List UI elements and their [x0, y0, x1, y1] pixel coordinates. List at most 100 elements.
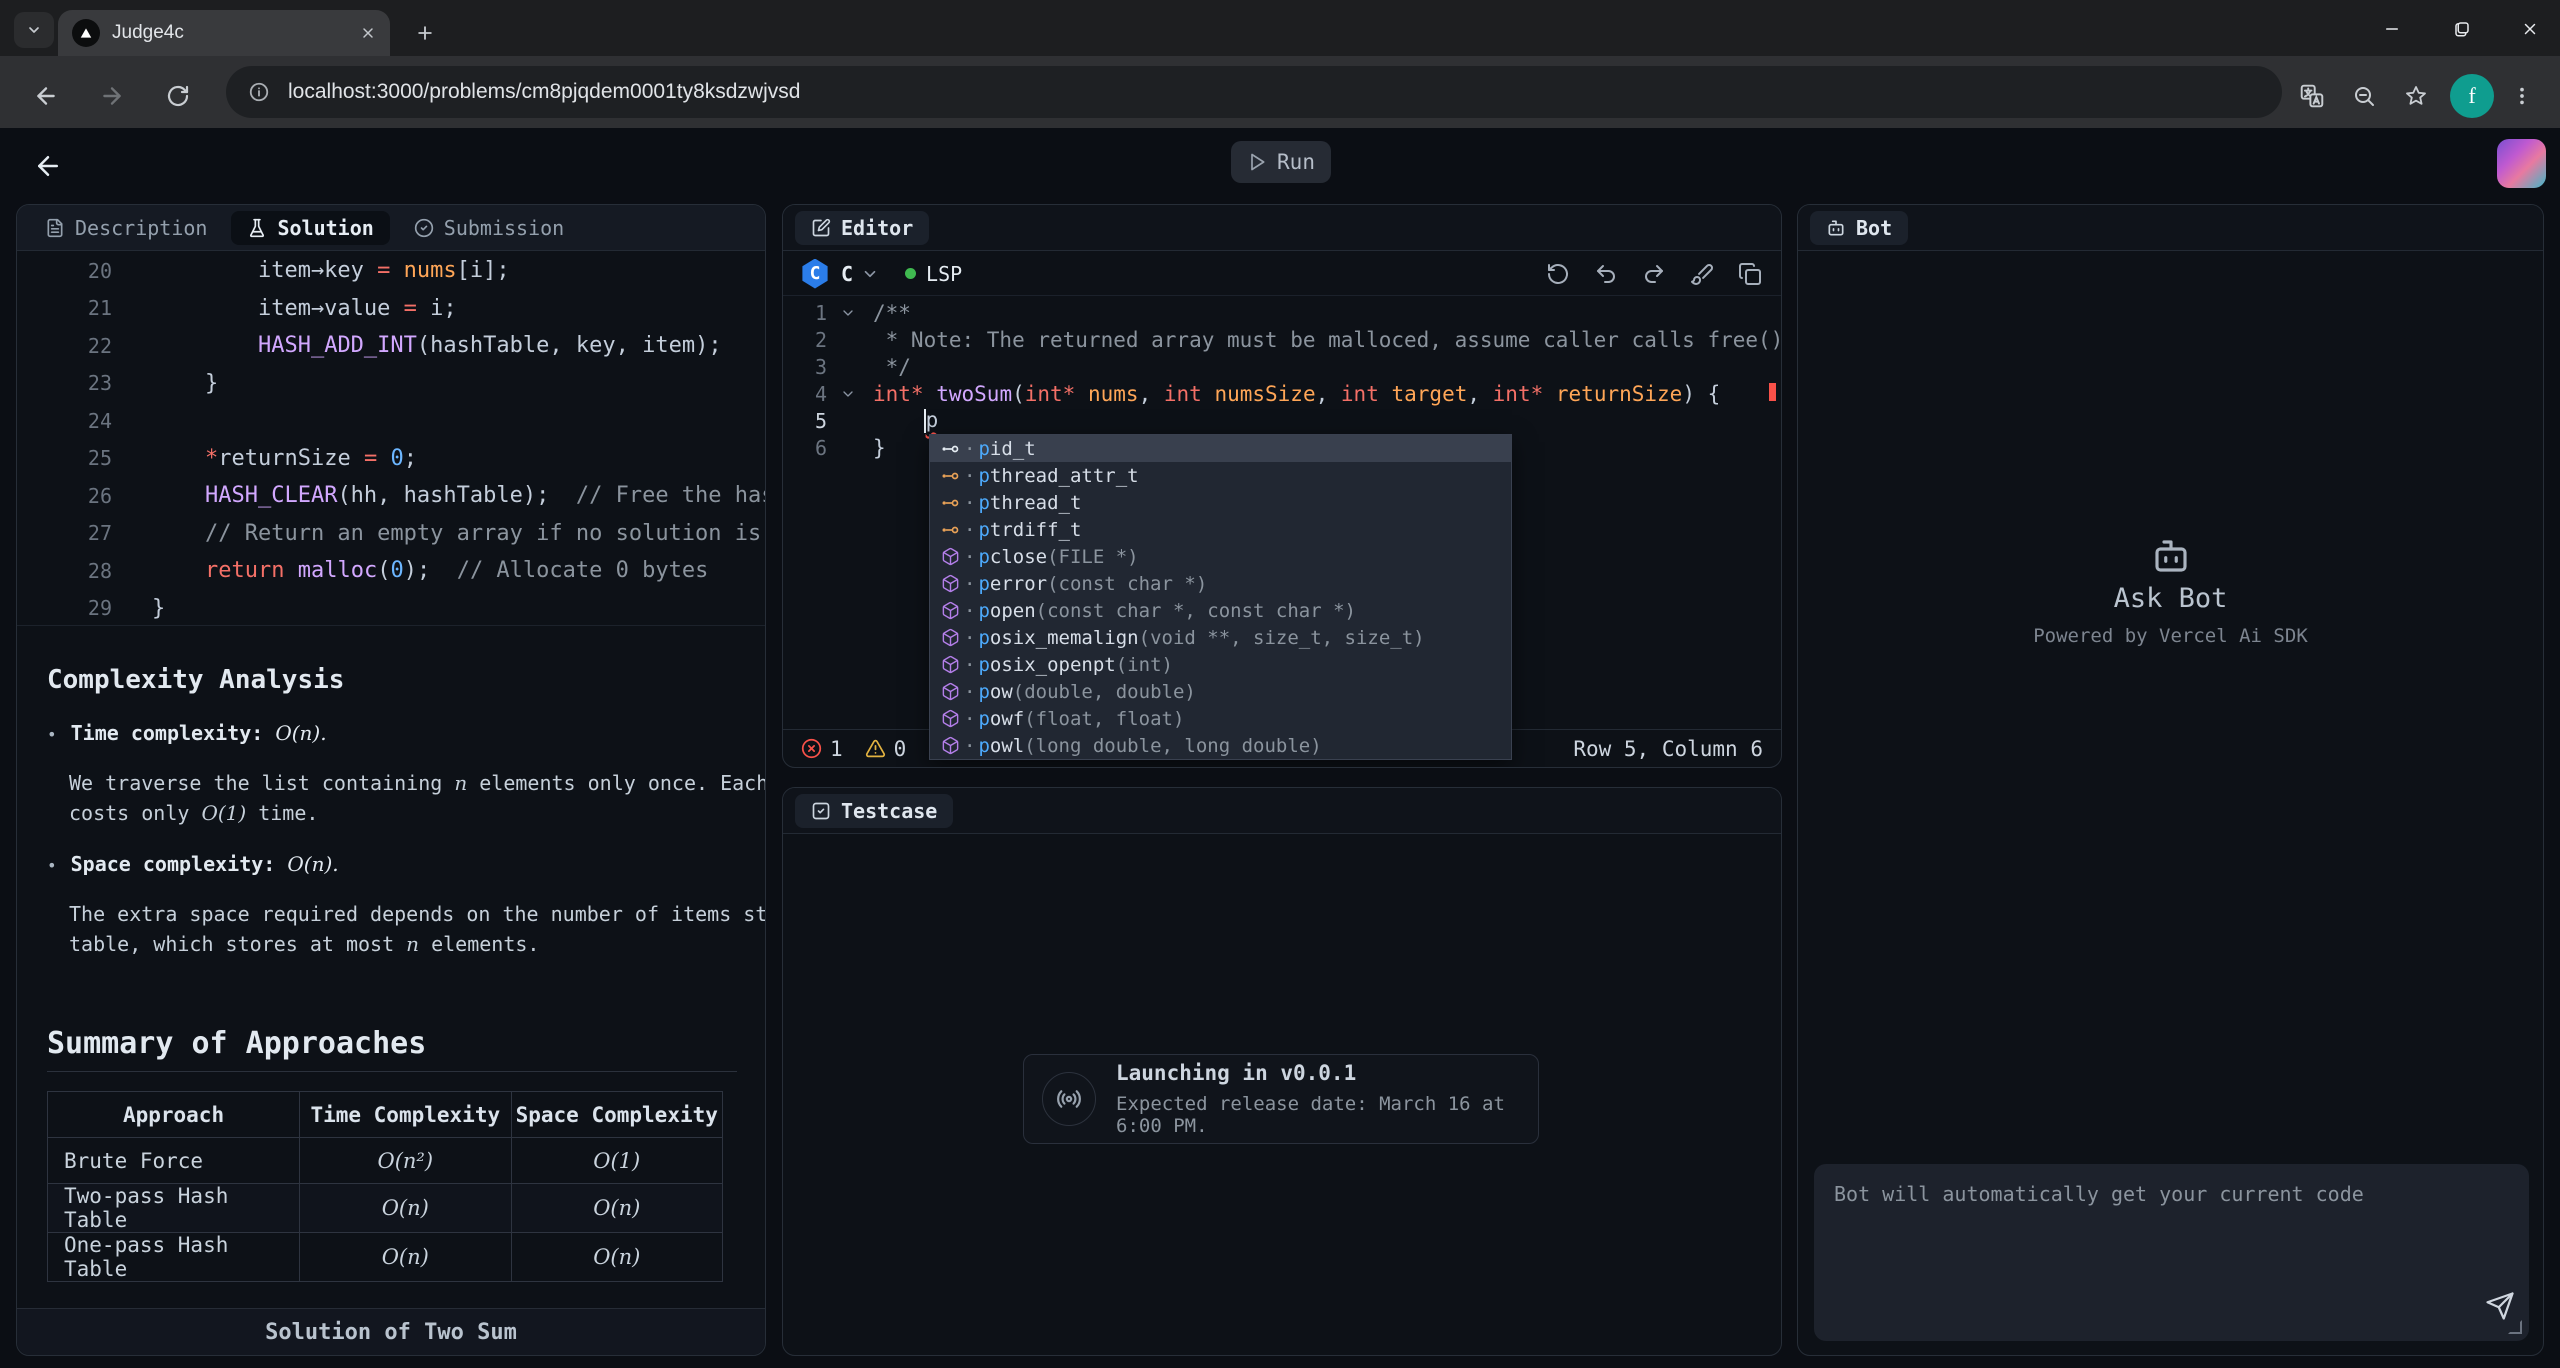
code-text: HASH_ADD_INT(hashTable, key, item); — [152, 333, 722, 358]
suggest-item[interactable]: powf(float, float) — [930, 705, 1511, 732]
undo-button[interactable] — [1593, 261, 1619, 287]
suggest-label: pthread_attr_t — [964, 465, 1139, 487]
line-number: 28 — [17, 559, 112, 583]
page-back-button[interactable] — [26, 144, 70, 188]
md-paragraph-line: The extra space required depends on the … — [69, 902, 766, 926]
format-code-button[interactable] — [1689, 261, 1715, 287]
tab-description[interactable]: Description — [29, 211, 223, 245]
tab-solution[interactable]: Solution — [231, 211, 389, 245]
code-text: int* twoSum(int* nums, int numsSize, int… — [873, 382, 1720, 406]
code-line[interactable]: 5 p — [783, 407, 1781, 434]
window-close-button[interactable] — [2510, 14, 2550, 44]
radio-broadcast-icon — [1042, 1072, 1096, 1126]
suggest-item[interactable]: popen(const char *, const char *) — [930, 597, 1511, 624]
tab-editor[interactable]: Editor — [795, 211, 929, 245]
tab-testcase[interactable]: Testcase — [795, 794, 953, 828]
window-restore-button[interactable] — [2442, 14, 2482, 44]
suggest-item[interactable]: pid_t — [930, 435, 1511, 462]
function-icon — [936, 655, 964, 674]
redo-button[interactable] — [1641, 261, 1667, 287]
complexity-analysis-heading: Complexity Analysis — [47, 665, 344, 695]
section-divider — [17, 625, 765, 626]
md-paragraph-line: table, which stores at most n elements. — [69, 932, 539, 956]
close-icon — [2521, 20, 2539, 38]
bookmark-star-button[interactable] — [2396, 76, 2436, 116]
suggest-item[interactable]: pclose(FILE *) — [930, 543, 1511, 570]
suggest-item[interactable]: posix_openpt(int) — [930, 651, 1511, 678]
chevron-down-icon[interactable] — [861, 265, 879, 283]
reset-code-button[interactable] — [1545, 261, 1571, 287]
bot-icon — [1798, 535, 2543, 577]
complexity-cell: O(n) — [511, 1184, 722, 1233]
window-minimize-button[interactable] — [2372, 14, 2412, 44]
tab-close-icon[interactable] — [360, 25, 376, 41]
typedef-icon — [936, 466, 964, 486]
code-line: 23 } — [17, 365, 765, 403]
problem-panel: Description Solution Submission 20 item→… — [16, 204, 766, 1356]
new-tab-button[interactable] — [406, 14, 444, 52]
code-line: 28 return malloc(0); // Allocate 0 bytes — [17, 552, 765, 590]
lsp-label: LSP — [926, 262, 962, 286]
suggest-item[interactable]: pthread_attr_t — [930, 462, 1511, 489]
undo-icon — [1594, 262, 1618, 286]
suggest-item[interactable]: pow(double, double) — [930, 678, 1511, 705]
tab-editor-label: Editor — [841, 216, 913, 240]
typedef-icon — [936, 520, 964, 540]
tab-bot[interactable]: Bot — [1810, 211, 1908, 245]
language-selector[interactable]: C — [841, 262, 853, 286]
suggest-item[interactable]: powl(long double, long double) — [930, 732, 1511, 759]
site-info-icon[interactable] — [248, 81, 270, 103]
tab-testcase-label: Testcase — [841, 799, 937, 823]
browser-profile-avatar[interactable]: f — [2450, 74, 2494, 118]
run-button[interactable]: Run — [1231, 141, 1331, 183]
suggest-label: powl(long double, long double) — [964, 735, 1322, 757]
math-expression: O(n). — [287, 852, 338, 876]
code-line[interactable]: 1/** — [783, 299, 1781, 326]
browser-reload-button[interactable] — [158, 76, 198, 116]
table-header-row: ApproachTime ComplexitySpace Complexity — [48, 1092, 723, 1138]
suggest-label: powf(float, float) — [964, 708, 1184, 730]
approach-cell: Two-pass Hash Table — [48, 1184, 300, 1233]
browser-tab[interactable]: Judge4c — [58, 10, 390, 56]
suggest-label: posix_memalign(void **, size_t, size_t) — [964, 627, 1425, 649]
browser-back-button[interactable] — [26, 76, 66, 116]
bot-message-input[interactable] — [1814, 1164, 2529, 1341]
translate-button[interactable] — [2292, 76, 2332, 116]
typedef-icon — [936, 493, 964, 513]
code-line[interactable]: 2 * Note: The returned array must be mal… — [783, 326, 1781, 353]
arrow-left-icon — [33, 151, 63, 181]
suggest-label: posix_openpt(int) — [964, 654, 1173, 676]
complexity-cell: O(1) — [511, 1138, 722, 1184]
bullet-label: Time complexity: — [71, 721, 276, 745]
send-message-button[interactable] — [2485, 1291, 2515, 1321]
math-expression: O(n). — [275, 721, 326, 745]
tab-search-chevron-button[interactable] — [14, 12, 54, 48]
testcase-panel: Testcase Launching in v0.0.1 Expected re… — [782, 787, 1782, 1356]
tab-description-label: Description — [75, 216, 207, 240]
user-avatar[interactable] — [2497, 139, 2546, 188]
circle-check-icon — [414, 218, 434, 238]
url-text: localhost:3000/problems/cm8pjqdem0001ty8… — [288, 80, 800, 104]
browser-menu-button[interactable] — [2502, 76, 2542, 116]
fold-chevron-icon[interactable] — [835, 305, 861, 321]
warnings-icon — [865, 738, 886, 759]
lsp-status-dot — [905, 268, 916, 279]
zoom-out-button[interactable] — [2344, 76, 2384, 116]
md-paragraph-line: We traverse the list containing n elemen… — [69, 771, 766, 795]
browser-forward-button[interactable] — [92, 76, 132, 116]
function-icon — [936, 736, 964, 755]
suggest-item[interactable]: pthread_t — [930, 489, 1511, 516]
tab-submission[interactable]: Submission — [398, 211, 580, 245]
code-line[interactable]: 3 */ — [783, 353, 1781, 380]
zoom-out-icon — [2352, 84, 2376, 108]
url-bar[interactable]: localhost:3000/problems/cm8pjqdem0001ty8… — [226, 66, 2282, 118]
suggest-item[interactable]: ptrdiff_t — [930, 516, 1511, 543]
copy-code-button[interactable] — [1737, 261, 1763, 287]
suggest-item[interactable]: posix_memalign(void **, size_t, size_t) — [930, 624, 1511, 651]
bot-panel-header: Bot — [1798, 205, 2543, 251]
complexity-cell: O(n) — [511, 1233, 722, 1282]
fold-chevron-icon[interactable] — [835, 386, 861, 402]
ask-bot-subtitle: Powered by Vercel Ai SDK — [1798, 625, 2543, 647]
code-line[interactable]: 4int* twoSum(int* nums, int numsSize, in… — [783, 380, 1781, 407]
suggest-item[interactable]: perror(const char *) — [930, 570, 1511, 597]
